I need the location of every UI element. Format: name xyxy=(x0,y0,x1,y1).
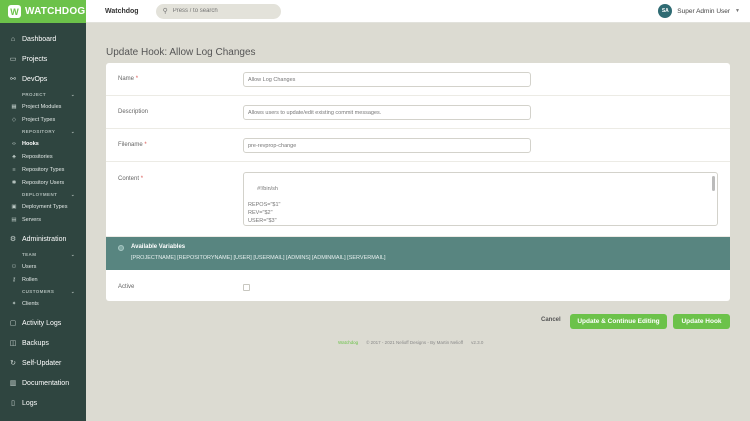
sidebar-item-administration[interactable]: ⚙ Administration xyxy=(0,229,86,249)
key-icon: ⚷ xyxy=(11,276,17,283)
sidebar-item-users[interactable]: ⚇ Users xyxy=(0,260,86,273)
info-circle-icon xyxy=(118,245,124,251)
sidebar-item-project-types[interactable]: ◇ Project Types xyxy=(0,113,86,126)
server-icon: ▤ xyxy=(11,216,17,223)
sidebar-item-hooks[interactable]: ‹› Hooks xyxy=(0,137,86,150)
sidebar-item-project-modules[interactable]: ▦ Project Modules xyxy=(0,100,86,113)
tag-icon: ◇ xyxy=(11,116,17,123)
content-textarea[interactable]: #!/bin/sh REPOS="$1" REV="$2" USER="$3" … xyxy=(243,172,718,226)
database-icon: ◫ xyxy=(9,340,17,347)
sidebar-item-devops[interactable]: ⚯ DevOps xyxy=(0,69,86,89)
avatar: SA xyxy=(658,4,673,18)
variables-list: [PROJECTNAME] [REPOSITORYNAME] [USER] [U… xyxy=(131,255,386,261)
users-icon: ✱ xyxy=(11,179,17,186)
sidebar-nav: ⌂ Dashboard ▭ Projects ⚯ DevOps PROJECT ⌄ ▦ P… xyxy=(0,23,86,413)
description-field[interactable]: Allows users to update/edit existing com… xyxy=(243,105,531,120)
footer-copyright: © 2017 - 2021 Nelioff Designs - By Marti… xyxy=(366,340,464,345)
page-title: Update Hook: Allow Log Changes xyxy=(106,47,256,58)
update-continue-button[interactable]: Update & Continue Editing xyxy=(570,314,667,329)
watchdog-logo-icon: W xyxy=(8,5,21,18)
active-label: Active xyxy=(118,284,135,290)
header-brand[interactable]: Watchdog xyxy=(105,8,139,15)
description-label: Description xyxy=(118,109,149,115)
sidebar-item-dashboard[interactable]: ⌂ Dashboard xyxy=(0,29,86,49)
sidebar-item-documentation[interactable]: ▥ Documentation xyxy=(0,373,86,393)
sidebar-item-servers[interactable]: ▤ Servers xyxy=(0,213,86,226)
sidebar-section-repository[interactable]: REPOSITORY ⌄ xyxy=(0,126,86,137)
filename-label: Filename * xyxy=(118,142,147,148)
search-icon: ⚲ xyxy=(162,8,168,15)
book-icon: ▥ xyxy=(9,380,17,387)
active-checkbox[interactable] xyxy=(243,284,250,291)
sidebar-item-self-updater[interactable]: ↻ Self-Updater xyxy=(0,353,86,373)
top-header: Watchdog ⚲ SA Super Admin User ▼ xyxy=(86,0,750,23)
document-icon: ▯ xyxy=(11,400,15,407)
cancel-button[interactable]: Cancel xyxy=(541,317,561,323)
sidebar-item-rollen[interactable]: ⚷ Rollen xyxy=(0,273,86,286)
name-label: Name * xyxy=(118,76,139,82)
content-text: #!/bin/sh REPOS="$1" REV="$2" USER="$3" … xyxy=(248,186,281,224)
sidebar-section-deployment[interactable]: DEPLOYMENT ⌄ xyxy=(0,189,86,200)
content-scrollbar[interactable] xyxy=(712,176,715,191)
home-icon: ⌂ xyxy=(10,35,16,43)
sidebar-item-repositories[interactable]: ♣ Repositories xyxy=(0,150,86,163)
chevron-down-icon: ⌄ xyxy=(70,288,75,294)
content-row: Content * #!/bin/sh REPOS="$1" REV="$2" … xyxy=(106,162,730,237)
name-field[interactable]: Allow Log Changes xyxy=(243,72,531,87)
hook-form: Name * Allow Log Changes Description All… xyxy=(106,63,730,301)
chevron-down-icon: ⌄ xyxy=(70,191,75,197)
client-icon: ✦ xyxy=(11,300,17,307)
update-hook-button[interactable]: Update Hook xyxy=(673,314,730,329)
chevron-down-icon: ⌄ xyxy=(70,128,75,134)
chevron-down-icon: ▼ xyxy=(735,8,740,14)
repository-icon: ♣ xyxy=(12,153,16,160)
form-actions: Cancel Update & Continue Editing Update … xyxy=(0,314,750,329)
refresh-icon: ↻ xyxy=(10,360,16,367)
sidebar-item-deployment-types[interactable]: ▣ Deployment Types xyxy=(0,200,86,213)
chevron-down-icon: ⌄ xyxy=(70,91,75,97)
sidebar-item-logs[interactable]: ▯ Logs xyxy=(0,393,86,413)
sidebar-item-clients[interactable]: ✦ Clients xyxy=(0,297,86,310)
logo[interactable]: W WATCHDOG xyxy=(0,0,86,23)
sidebar: W WATCHDOG ⌂ Dashboard ▭ Projects ⚯ DevOps … xyxy=(0,0,86,421)
devops-icon: ⚯ xyxy=(10,76,16,83)
sidebar-section-project[interactable]: PROJECT ⌄ xyxy=(0,89,86,100)
search-box[interactable]: ⚲ xyxy=(155,3,281,19)
grid-icon: ▦ xyxy=(11,103,17,110)
footer-version: v2.3.0 xyxy=(471,340,484,345)
available-variables-panel: Available Variables [PROJECTNAME] [REPOS… xyxy=(106,237,730,270)
logo-text: WATCHDOG xyxy=(25,6,86,17)
filename-field[interactable]: pre-revprop-change xyxy=(243,138,531,153)
footer-brand-link[interactable]: Watchdog xyxy=(338,340,358,345)
sidebar-item-backups[interactable]: ◫ Backups xyxy=(0,333,86,353)
filename-row: Filename * pre-revprop-change xyxy=(106,129,730,162)
box-icon: ▣ xyxy=(11,203,17,210)
gear-icon: ⚙ xyxy=(9,236,17,243)
sidebar-item-repository-users[interactable]: ✱ Repository Users xyxy=(0,176,86,189)
sidebar-section-team[interactable]: TEAM ⌄ xyxy=(0,249,86,260)
footer: Watchdog © 2017 - 2021 Nelioff Designs - … xyxy=(338,340,483,345)
description-row: Description Allows users to update/edit … xyxy=(106,96,730,129)
list-icon: ≡ xyxy=(12,166,16,173)
sidebar-section-customers[interactable]: CUSTOMERS ⌄ xyxy=(0,286,86,297)
sidebar-item-projects[interactable]: ▭ Projects xyxy=(0,49,86,69)
variables-title: Available Variables xyxy=(131,244,186,250)
chevron-down-icon: ⌄ xyxy=(70,251,75,257)
content-label: Content * xyxy=(118,176,144,182)
search-input[interactable] xyxy=(172,8,273,14)
folder-icon: ▭ xyxy=(9,56,17,63)
code-icon: ‹› xyxy=(12,140,16,147)
sidebar-item-repository-types[interactable]: ≡ Repository Types xyxy=(0,163,86,176)
name-row: Name * Allow Log Changes xyxy=(106,63,730,96)
user-name: Super Admin User xyxy=(677,7,731,15)
user-icon: ⚇ xyxy=(11,263,17,270)
user-menu[interactable]: SA Super Admin User ▼ xyxy=(658,4,740,18)
